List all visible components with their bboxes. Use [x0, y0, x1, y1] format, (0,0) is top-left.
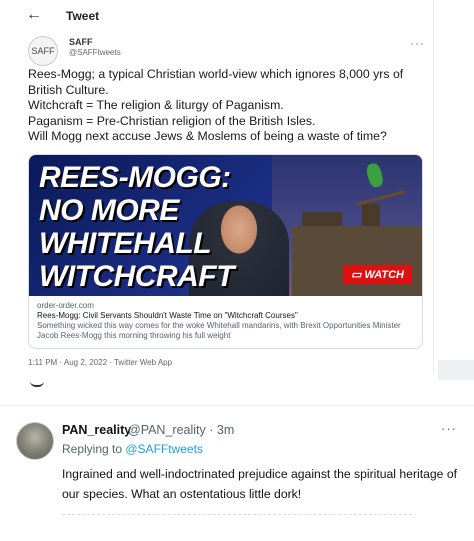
side-panel-fragment [438, 360, 474, 380]
card-body[interactable]: order-order.com Rees-Mogg: Civil Servant… [37, 301, 417, 341]
reply-text: Ingrained and well-indoctrinated prejudi… [62, 467, 457, 501]
original-tweet-panel: ← Tweet SAFF SAFF @SAFFtweets ··· Rees-M… [14, 0, 434, 372]
card-domain: order-order.com [37, 301, 94, 310]
more-options-icon[interactable]: ··· [410, 36, 425, 50]
avatar-text: SAFF [31, 46, 55, 56]
card-title: Rees-Mogg: Civil Servants Shouldn't Wast… [37, 311, 298, 320]
tweet-header: ← Tweet [14, 0, 433, 32]
card-description: Something wicked this way comes for the … [37, 321, 401, 340]
arrow-left-icon[interactable]: ← [26, 6, 42, 24]
replying-prefix: Replying to [62, 442, 126, 456]
separator-mark [30, 381, 44, 387]
user-handle[interactable]: @SAFFtweets [69, 48, 121, 57]
display-name[interactable]: PAN_reality [62, 423, 131, 437]
display-name[interactable]: SAFF [69, 37, 93, 47]
building-graphic [292, 204, 422, 296]
link-card[interactable]: REES-MOGG: NO MORE WHITEHALL WITCHCRAFT … [28, 154, 423, 349]
card-headline: REES-MOGG: NO MORE WHITEHALL WITCHCRAFT [39, 161, 234, 293]
replying-to-link[interactable]: @SAFFtweets [125, 442, 203, 456]
tweet-text: Rees-Mogg; a typical Christian world-vie… [28, 67, 404, 143]
action-bar-fragment [62, 514, 412, 521]
reply-tweet[interactable]: PAN_reality @PAN_reality · 3m ··· Replyi… [0, 405, 474, 541]
play-icon: ▭ [351, 269, 365, 281]
more-options-icon[interactable]: ··· [441, 421, 457, 436]
watch-badge[interactable]: ▭ WATCH [343, 265, 412, 284]
card-thumbnail[interactable]: REES-MOGG: NO MORE WHITEHALL WITCHCRAFT … [29, 155, 422, 296]
avatar[interactable]: SAFF [28, 36, 58, 66]
watch-label: WATCH [364, 269, 404, 281]
tweet-timestamp[interactable]: 1:11 PM · Aug 2, 2022 · Twitter Web App [28, 358, 172, 367]
page-title: Tweet [66, 9, 100, 23]
user-handle-time[interactable]: @PAN_reality · 3m [128, 423, 234, 437]
avatar[interactable] [16, 422, 54, 460]
replying-to: Replying to @SAFFtweets [62, 442, 203, 456]
